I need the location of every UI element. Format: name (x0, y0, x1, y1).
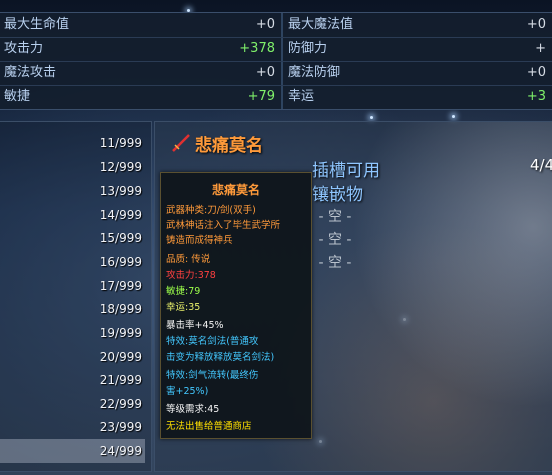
item-quantity[interactable]: 13/999 (92, 184, 142, 198)
stat-magic-defense: 魔法防御 +0 (284, 61, 552, 85)
stat-defense: 防御力 + (284, 37, 552, 61)
stat-max-hp: 最大生命值 +0 (0, 13, 281, 37)
item-quantity[interactable]: 11/999 (92, 136, 142, 150)
sparkle (370, 116, 373, 119)
item-quantity[interactable]: 12/999 (92, 160, 142, 174)
stat-value: +0 (526, 17, 546, 32)
stat-value: +3 (526, 89, 546, 104)
slots-available-label: 插槽可用 (312, 161, 380, 181)
tooltip-luck: 幸运:35 (166, 302, 201, 313)
stat-label: 魔法攻击 (4, 65, 57, 80)
item-quantity[interactable]: 22/999 (92, 397, 142, 411)
tooltip-weapon-type: 武器种类:刀/剑(双手) (166, 205, 256, 216)
stat-magic-attack: 魔法攻击 +0 (0, 61, 281, 85)
item-quantity[interactable]: 20/999 (92, 350, 142, 364)
stat-label: 最大魔法值 (288, 17, 354, 32)
tooltip-description: 铸造而成得神兵 (166, 235, 233, 246)
stat-label: 最大生命值 (4, 17, 70, 32)
tooltip-title: 悲痛莫名 (211, 183, 260, 197)
tooltip-quality: 品质: 传说 (166, 254, 211, 265)
stat-max-mp: 最大魔法值 +0 (284, 13, 552, 37)
item-quantity[interactable]: 19/999 (92, 326, 142, 340)
item-quantity[interactable]: 16/999 (92, 255, 142, 269)
item-quantity[interactable]: 23/999 (92, 420, 142, 434)
item-name: 悲痛莫名 (195, 136, 263, 156)
stat-attack: 攻击力 +378 (0, 37, 281, 61)
tooltip-level-requirement: 等级需求:45 (166, 404, 220, 415)
stat-value: +378 (239, 41, 275, 56)
sword-icon (172, 134, 190, 152)
character-stats-panel: 最大生命值 +0 攻击力 +378 魔法攻击 +0 敏捷 +79 最大魔法值 +… (0, 12, 552, 110)
item-quantity[interactable]: 15/999 (92, 231, 142, 245)
stat-label: 魔法防御 (288, 65, 341, 80)
empty-socket[interactable]: - 空 - (312, 252, 358, 272)
stat-value: +0 (526, 65, 546, 80)
stat-value: +0 (255, 17, 275, 32)
tooltip-effect: 特效:剑气流转(最终伤 (166, 370, 259, 381)
stat-label: 幸运 (288, 89, 315, 104)
tooltip-crit: 暴击率+45% (166, 320, 224, 331)
empty-socket[interactable]: - 空 - (312, 229, 358, 249)
empty-socket[interactable]: - 空 - (312, 206, 358, 226)
item-quantity[interactable]: 18/999 (92, 302, 142, 316)
inlay-label: 镶嵌物 (312, 185, 363, 205)
stat-luck: 幸运 +3 (284, 85, 552, 109)
stat-value: +0 (255, 65, 275, 80)
item-quantity[interactable]: 14/999 (92, 208, 142, 222)
tooltip-sell-note: 无法出售给普通商店 (166, 421, 252, 432)
stat-value: + (535, 41, 546, 56)
tooltip-effect: 特效:莫名剑法(普通攻 (166, 336, 259, 347)
tooltip-effect: 击变为释放释放莫名剑法) (166, 352, 275, 363)
tooltip-effect: 害+25%) (166, 386, 209, 397)
tooltip-attack: 攻击力:378 (166, 270, 216, 281)
tooltip-agility: 敏捷:79 (166, 286, 201, 297)
item-quantity[interactable]: 17/999 (92, 279, 142, 293)
item-tooltip: 悲痛莫名 武器种类:刀/剑(双手) 武林神话注入了毕生武学所 铸造而成得神兵 品… (160, 172, 312, 439)
item-quantity[interactable]: 24/999 (92, 444, 142, 458)
stat-value: +79 (247, 89, 275, 104)
stat-label: 敏捷 (4, 89, 31, 104)
tooltip-description: 武林神话注入了毕生武学所 (166, 220, 281, 231)
stat-label: 攻击力 (4, 41, 44, 56)
stat-agility: 敏捷 +79 (0, 85, 281, 109)
stat-label: 防御力 (288, 41, 328, 56)
item-quantity[interactable]: 21/999 (92, 373, 142, 387)
sparkle (452, 115, 455, 118)
page-indicator: 4/4 (530, 156, 552, 174)
